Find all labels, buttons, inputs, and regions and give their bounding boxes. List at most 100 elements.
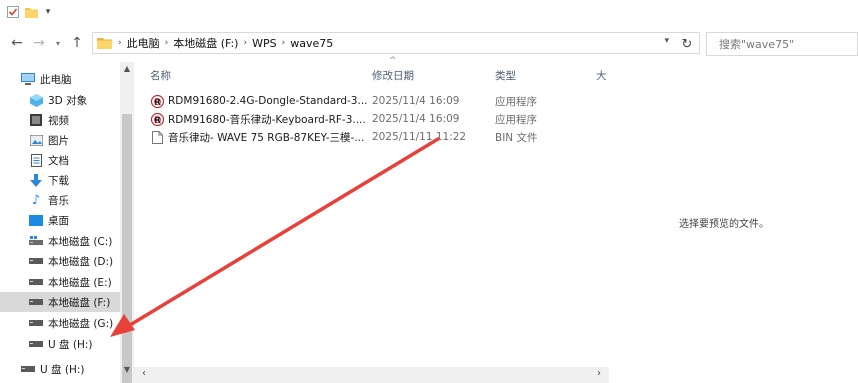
address-bar[interactable]: › 此电脑 › 本地磁盘 (F:) › WPS › wave75 ▾ (92, 32, 700, 54)
sidebar-item-drive-e[interactable]: 本地磁盘 (E:) (0, 272, 120, 292)
column-type-label: 类型 (495, 69, 516, 82)
usb-drive-icon (28, 337, 44, 351)
title-bar: ▾ (0, 0, 858, 26)
folder-icon (97, 37, 113, 49)
sidebar-item-label: 视频 (48, 114, 69, 127)
scroll-up-icon[interactable]: ▲ (120, 64, 134, 73)
sidebar-item-usb-h-root[interactable]: U 盘 (H:) (0, 359, 120, 379)
sidebar-item-drive-f[interactable]: 本地磁盘 (F:) (0, 292, 120, 312)
file-date: 2025/11/4 16:09 (372, 113, 460, 125)
forward-button[interactable]: → (30, 34, 48, 52)
sidebar-item-music[interactable]: ♪ 音乐 (0, 190, 120, 210)
file-name: 音乐律动- WAVE 75 RGB-87KEY-三模-... (168, 131, 365, 144)
column-header-name[interactable]: 名称 (150, 65, 171, 85)
desktop-icon (28, 213, 44, 227)
drive-icon (28, 295, 44, 309)
sidebar-item-label: 此电脑 (40, 73, 72, 86)
sidebar-item-label: U 盘 (H:) (48, 338, 93, 351)
sidebar-item-videos[interactable]: 视频 (0, 110, 120, 130)
scroll-right-icon[interactable]: › (597, 368, 601, 379)
table-row[interactable]: R RDM91680-2.4G-Dongle-Standard-3.... 20… (150, 92, 610, 110)
file-list: 名称 ^ 修改日期 类型 大 R RDM91680-2.4G-Dongle-St… (134, 56, 610, 367)
navigation-pane: 此电脑 3D 对象 视频 图片 文档 下载 ♪ 音乐 桌面 本地磁盘 (C:) … (0, 62, 120, 383)
file-icon (150, 130, 164, 144)
breadcrumb-drive-f[interactable]: 本地磁盘 (F:) (173, 35, 238, 51)
file-type: BIN 文件 (495, 131, 538, 144)
sidebar-item-label: 本地磁盘 (G:) (48, 317, 114, 330)
sidebar-item-label: 下载 (48, 174, 69, 187)
scroll-left-icon[interactable]: ‹ (142, 368, 146, 379)
sidebar-item-label: 3D 对象 (48, 94, 88, 107)
sidebar-item-pictures[interactable]: 图片 (0, 130, 120, 150)
recent-locations-button[interactable]: ▾ (52, 34, 64, 52)
scroll-down-icon[interactable]: ▼ (120, 365, 134, 374)
sidebar-item-label: 文档 (48, 154, 69, 167)
system-drive-icon (28, 234, 44, 248)
computer-icon (20, 72, 36, 86)
app-icon: R (150, 94, 164, 108)
sidebar-item-usb-h[interactable]: U 盘 (H:) (0, 334, 120, 354)
sidebar-item-label: U 盘 (H:) (40, 363, 85, 376)
chevron-right-icon[interactable]: › (277, 38, 291, 48)
breadcrumb-wave75[interactable]: wave75 (290, 37, 333, 50)
sidebar-item-label: 桌面 (48, 214, 69, 227)
sidebar-item-drive-g[interactable]: 本地磁盘 (G:) (0, 313, 120, 333)
sidebar-item-label: 图片 (48, 134, 69, 147)
scrollbar-thumb[interactable] (122, 114, 132, 383)
sidebar-item-label: 本地磁盘 (E:) (48, 276, 112, 289)
column-name-label: 名称 (150, 69, 171, 82)
search-input[interactable]: 搜索"wave75" (706, 32, 858, 56)
3d-objects-icon (28, 93, 44, 107)
sidebar-item-downloads[interactable]: 下载 (0, 170, 120, 190)
app-icon: R (150, 112, 164, 126)
drive-icon (28, 316, 44, 330)
sidebar-item-label: 本地磁盘 (F:) (48, 296, 111, 309)
sidebar-item-drive-c[interactable]: 本地磁盘 (C:) (0, 231, 120, 251)
column-header-date[interactable]: 修改日期 (372, 65, 414, 85)
refresh-button[interactable]: ↻ (676, 34, 698, 54)
chevron-right-icon: › (118, 38, 122, 48)
column-header-size[interactable]: 大 (596, 65, 607, 85)
file-name: RDM91680-2.4G-Dongle-Standard-3.... (168, 95, 368, 107)
file-date: 2025/11/4 16:09 (372, 95, 460, 107)
sidebar-item-this-pc[interactable]: 此电脑 (0, 69, 120, 89)
pictures-icon (28, 133, 44, 147)
sidebar-item-label: 本地磁盘 (C:) (48, 235, 113, 248)
preview-message: 选择要预览的文件。 (679, 219, 769, 230)
usb-drive-icon (20, 362, 36, 376)
chevron-right-icon[interactable]: › (238, 38, 252, 48)
properties-icon[interactable] (6, 4, 20, 20)
sidebar-item-drive-d[interactable]: 本地磁盘 (D:) (0, 251, 120, 271)
documents-icon (28, 153, 44, 167)
file-name: RDM91680-音乐律动-Keyboard-RF-3.... (168, 113, 366, 126)
customize-quick-access-button[interactable]: ▾ (42, 4, 54, 20)
drive-icon (28, 254, 44, 268)
video-icon (28, 113, 44, 127)
table-row[interactable]: 音乐律动- WAVE 75 RGB-87KEY-三模-... 2025/11/1… (150, 128, 610, 146)
file-type: 应用程序 (495, 95, 537, 108)
chevron-right-icon[interactable]: › (160, 38, 174, 48)
breadcrumb-this-pc[interactable]: 此电脑 (127, 35, 160, 51)
music-icon: ♪ (31, 192, 41, 208)
sidebar-item-3d-objects[interactable]: 3D 对象 (0, 90, 120, 110)
downloads-icon (28, 173, 44, 187)
back-button[interactable]: ← (8, 34, 26, 52)
sidebar-item-desktop[interactable]: 桌面 (0, 210, 120, 230)
preview-pane: 选择要预览的文件。 (609, 62, 858, 383)
drive-icon (28, 275, 44, 289)
sidebar-scrollbar[interactable]: ▲ ▼ (120, 62, 134, 383)
breadcrumb-wps[interactable]: WPS (252, 37, 277, 50)
file-type: 应用程序 (495, 113, 537, 126)
column-header-type[interactable]: 类型 (495, 65, 516, 85)
sidebar-item-documents[interactable]: 文档 (0, 150, 120, 170)
column-date-label: 修改日期 (372, 69, 414, 82)
table-row[interactable]: R RDM91680-音乐律动-Keyboard-RF-3.... 2025/1… (150, 110, 610, 128)
new-folder-icon[interactable] (24, 4, 38, 20)
horizontal-scrollbar[interactable]: ‹ › (134, 367, 609, 383)
up-button[interactable]: ↑ (68, 34, 86, 52)
sidebar-item-label: 本地磁盘 (D:) (48, 255, 114, 268)
file-date: 2025/11/11 11:22 (372, 131, 467, 143)
column-size-label: 大 (596, 69, 607, 82)
sidebar-item-label: 音乐 (48, 194, 69, 207)
address-history-dropdown[interactable]: ▾ (664, 36, 669, 46)
